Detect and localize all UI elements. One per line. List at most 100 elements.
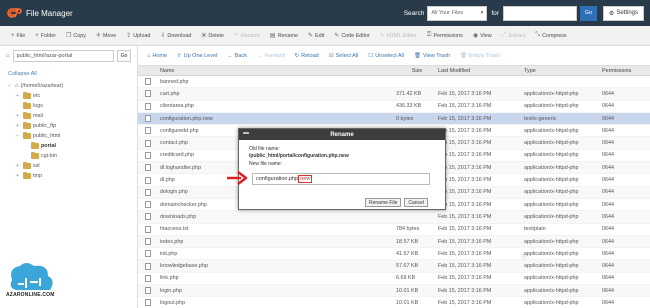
folder-button[interactable]: + Folder — [30, 33, 61, 39]
view-trash-button[interactable]: 🗑 View Trash — [409, 53, 455, 59]
expand-toggle-icon[interactable]: + — [16, 163, 21, 169]
cell-perms: 0644 — [602, 90, 614, 97]
table-row[interactable]: init.php 41.57 KB Feb 15, 2017 3:16 PM appl… — [138, 248, 650, 261]
cpanel-logo-icon — [6, 7, 22, 19]
select-all-button[interactable]: ☑ Select All — [324, 53, 364, 59]
search-scope-select[interactable]: All Your Files ▾ — [427, 5, 488, 21]
table-row[interactable]: htaccess.txt 784 bytes Feb 15, 2017 3:16 P… — [138, 224, 650, 236]
tree-folder-public-html[interactable]: − public_html — [8, 131, 137, 141]
rename-label: Rename — [277, 32, 298, 39]
restore-button[interactable]: ↶ Restore — [229, 32, 265, 40]
file-icon — [145, 151, 151, 159]
tree-folder-public-ftp[interactable]: + public_ftp — [8, 121, 137, 131]
expand-toggle-icon[interactable]: + — [16, 173, 21, 179]
cell-perms: 0644 — [602, 213, 614, 220]
expand-toggle-icon[interactable]: + — [16, 123, 21, 129]
cell-type: application/x-httpd-php — [524, 201, 579, 208]
table-row[interactable]: login.php 10.01 KB Feb 15, 2017 3:16 PM app… — [138, 285, 650, 298]
copy-label: Copy — [73, 32, 86, 39]
cell-perms: 0644 — [602, 177, 614, 184]
empty-trash-button[interactable]: 🗑 Empty Trash — [455, 53, 505, 59]
reload-icon: ↻ — [294, 52, 300, 59]
folder-tree: − ⌂ (/home5/azarlear) + etc logs + mail + publ… — [0, 81, 137, 181]
up-one-level-button[interactable]: ⇧ Up One Level — [172, 53, 222, 59]
tree-folder-portal[interactable]: portal — [8, 141, 137, 151]
cell-modified: Feb 15, 2017 3:16 PM — [438, 103, 492, 110]
header-modified[interactable]: Last Modified — [438, 68, 524, 74]
upload-button[interactable]: ⇪ Upload — [121, 32, 155, 40]
cell-modified: Feb 15, 2017 3:16 PM — [438, 213, 492, 220]
cell-perms: 0644 — [602, 299, 614, 306]
folder-icon — [23, 171, 31, 179]
tree-folder-cgi-bin[interactable]: cgi-bin — [8, 151, 137, 161]
table-row[interactable]: index.php 18.57 KB Feb 15, 2017 3:16 PM app… — [138, 235, 650, 249]
compress-icon: ⤡ — [535, 32, 541, 38]
expand-toggle-icon[interactable]: − — [16, 133, 21, 139]
cancel-button[interactable]: Cancel — [404, 198, 428, 207]
table-row[interactable]: knowledgebase.php 57.67 KB Feb 15, 2017 3:… — [138, 260, 650, 273]
table-row[interactable]: logout.php 10.01 KB Feb 15, 2017 3:16 PM ap… — [138, 297, 650, 308]
home-button[interactable]: ⌂ Home — [142, 53, 172, 59]
header-permissions[interactable]: Permissions — [602, 68, 650, 74]
cell-size: 784 bytes — [396, 226, 420, 233]
header-name[interactable]: Name — [158, 68, 396, 74]
cell-perms: 0644 — [602, 201, 614, 208]
back-button[interactable]: ← Back — [222, 53, 252, 59]
tree-folder-logs[interactable]: logs — [8, 101, 137, 111]
extract-button[interactable]: ⤢ Extract — [497, 32, 531, 39]
copy-button[interactable]: ❐ Copy — [61, 32, 91, 40]
cell-type: application/x-httpd-php — [524, 250, 579, 257]
file-icon — [145, 90, 151, 98]
header-type[interactable]: Type — [524, 68, 602, 74]
new-name-input[interactable]: configuration.php new — [252, 173, 430, 185]
table-row[interactable]: clientarea.php 436.33 KB Feb 15, 2017 3:16… — [138, 101, 650, 113]
expand-toggle-icon[interactable]: + — [16, 113, 21, 119]
permissions-button[interactable]: ⚿ Permissions — [422, 32, 468, 39]
code-editor-button[interactable]: ✎ Code Editor — [329, 32, 375, 40]
table-row[interactable]: cart.php 371.42 KB Feb 15, 2017 3:16 PM app… — [138, 88, 650, 101]
cell-perms: 0644 — [602, 275, 614, 282]
search-input[interactable] — [502, 5, 577, 21]
download-button[interactable]: ⇩ Download — [155, 32, 196, 40]
edit-button[interactable]: ✎ Edit — [303, 32, 329, 40]
cell-size: 18.57 KB — [396, 238, 419, 245]
collapse-all-link[interactable]: Collapse All — [0, 66, 137, 81]
path-go-button[interactable]: Go — [117, 50, 131, 62]
file-icon-cell — [138, 139, 158, 147]
settings-button[interactable]: ⚙ Settings — [602, 5, 644, 21]
header-size[interactable]: Size — [396, 68, 438, 74]
file-button[interactable]: + File — [6, 33, 30, 39]
rename-file-button[interactable]: Rename File — [365, 198, 402, 207]
drag-handle-icon[interactable] — [243, 132, 249, 134]
html-editor-button[interactable]: ✎ HTML Editor — [375, 32, 422, 40]
unselect-all-button[interactable]: ☐ Unselect All — [363, 53, 409, 59]
cell-size: 41.57 KB — [396, 250, 419, 257]
table-row[interactable]: link.php 6.69 KB Feb 15, 2017 3:16 PM appli… — [138, 273, 650, 286]
table-row[interactable]: configuration.php.new 0 bytes Feb 15, 2017… — [138, 112, 650, 126]
table-row[interactable]: downloads.php Feb 15, 2017 3:16 PM applica… — [138, 211, 650, 224]
compress-button[interactable]: ⤡ Compress — [530, 32, 571, 39]
tree-folder-ssl[interactable]: + ssl — [8, 161, 137, 171]
reload-button[interactable]: ↻ Reload — [290, 53, 324, 59]
forward-button[interactable]: → Forward — [252, 53, 290, 59]
rename-button[interactable]: ▤ Rename — [265, 32, 303, 40]
file-icon-cell — [138, 151, 158, 159]
cell-name: link.php — [160, 275, 179, 282]
tree-folder-tmp[interactable]: + tmp — [8, 171, 137, 181]
collapse-toggle-icon[interactable]: − — [8, 83, 13, 89]
search-go-button[interactable]: Go — [579, 5, 597, 21]
forward-label: Forward — [264, 52, 285, 59]
move-button[interactable]: ✛ Move — [91, 32, 121, 40]
home-icon[interactable]: ⌂ — [6, 53, 10, 59]
view-button[interactable]: ◉ View — [468, 32, 497, 40]
tree-root[interactable]: − ⌂ (/home5/azarlear) — [8, 81, 137, 91]
view-label: View — [480, 32, 492, 39]
tree-folder-etc[interactable]: + etc — [8, 91, 137, 101]
red-arrow-icon — [227, 171, 248, 185]
file-icon-cell — [138, 238, 158, 245]
tree-folder-mail[interactable]: + mail — [8, 111, 137, 121]
path-input[interactable]: public_html/azar-portal — [12, 50, 114, 62]
expand-toggle-icon[interactable]: + — [16, 93, 21, 99]
table-row[interactable]: banned.php — [138, 76, 650, 89]
empty-trash-label: Empty Trash — [469, 52, 500, 59]
